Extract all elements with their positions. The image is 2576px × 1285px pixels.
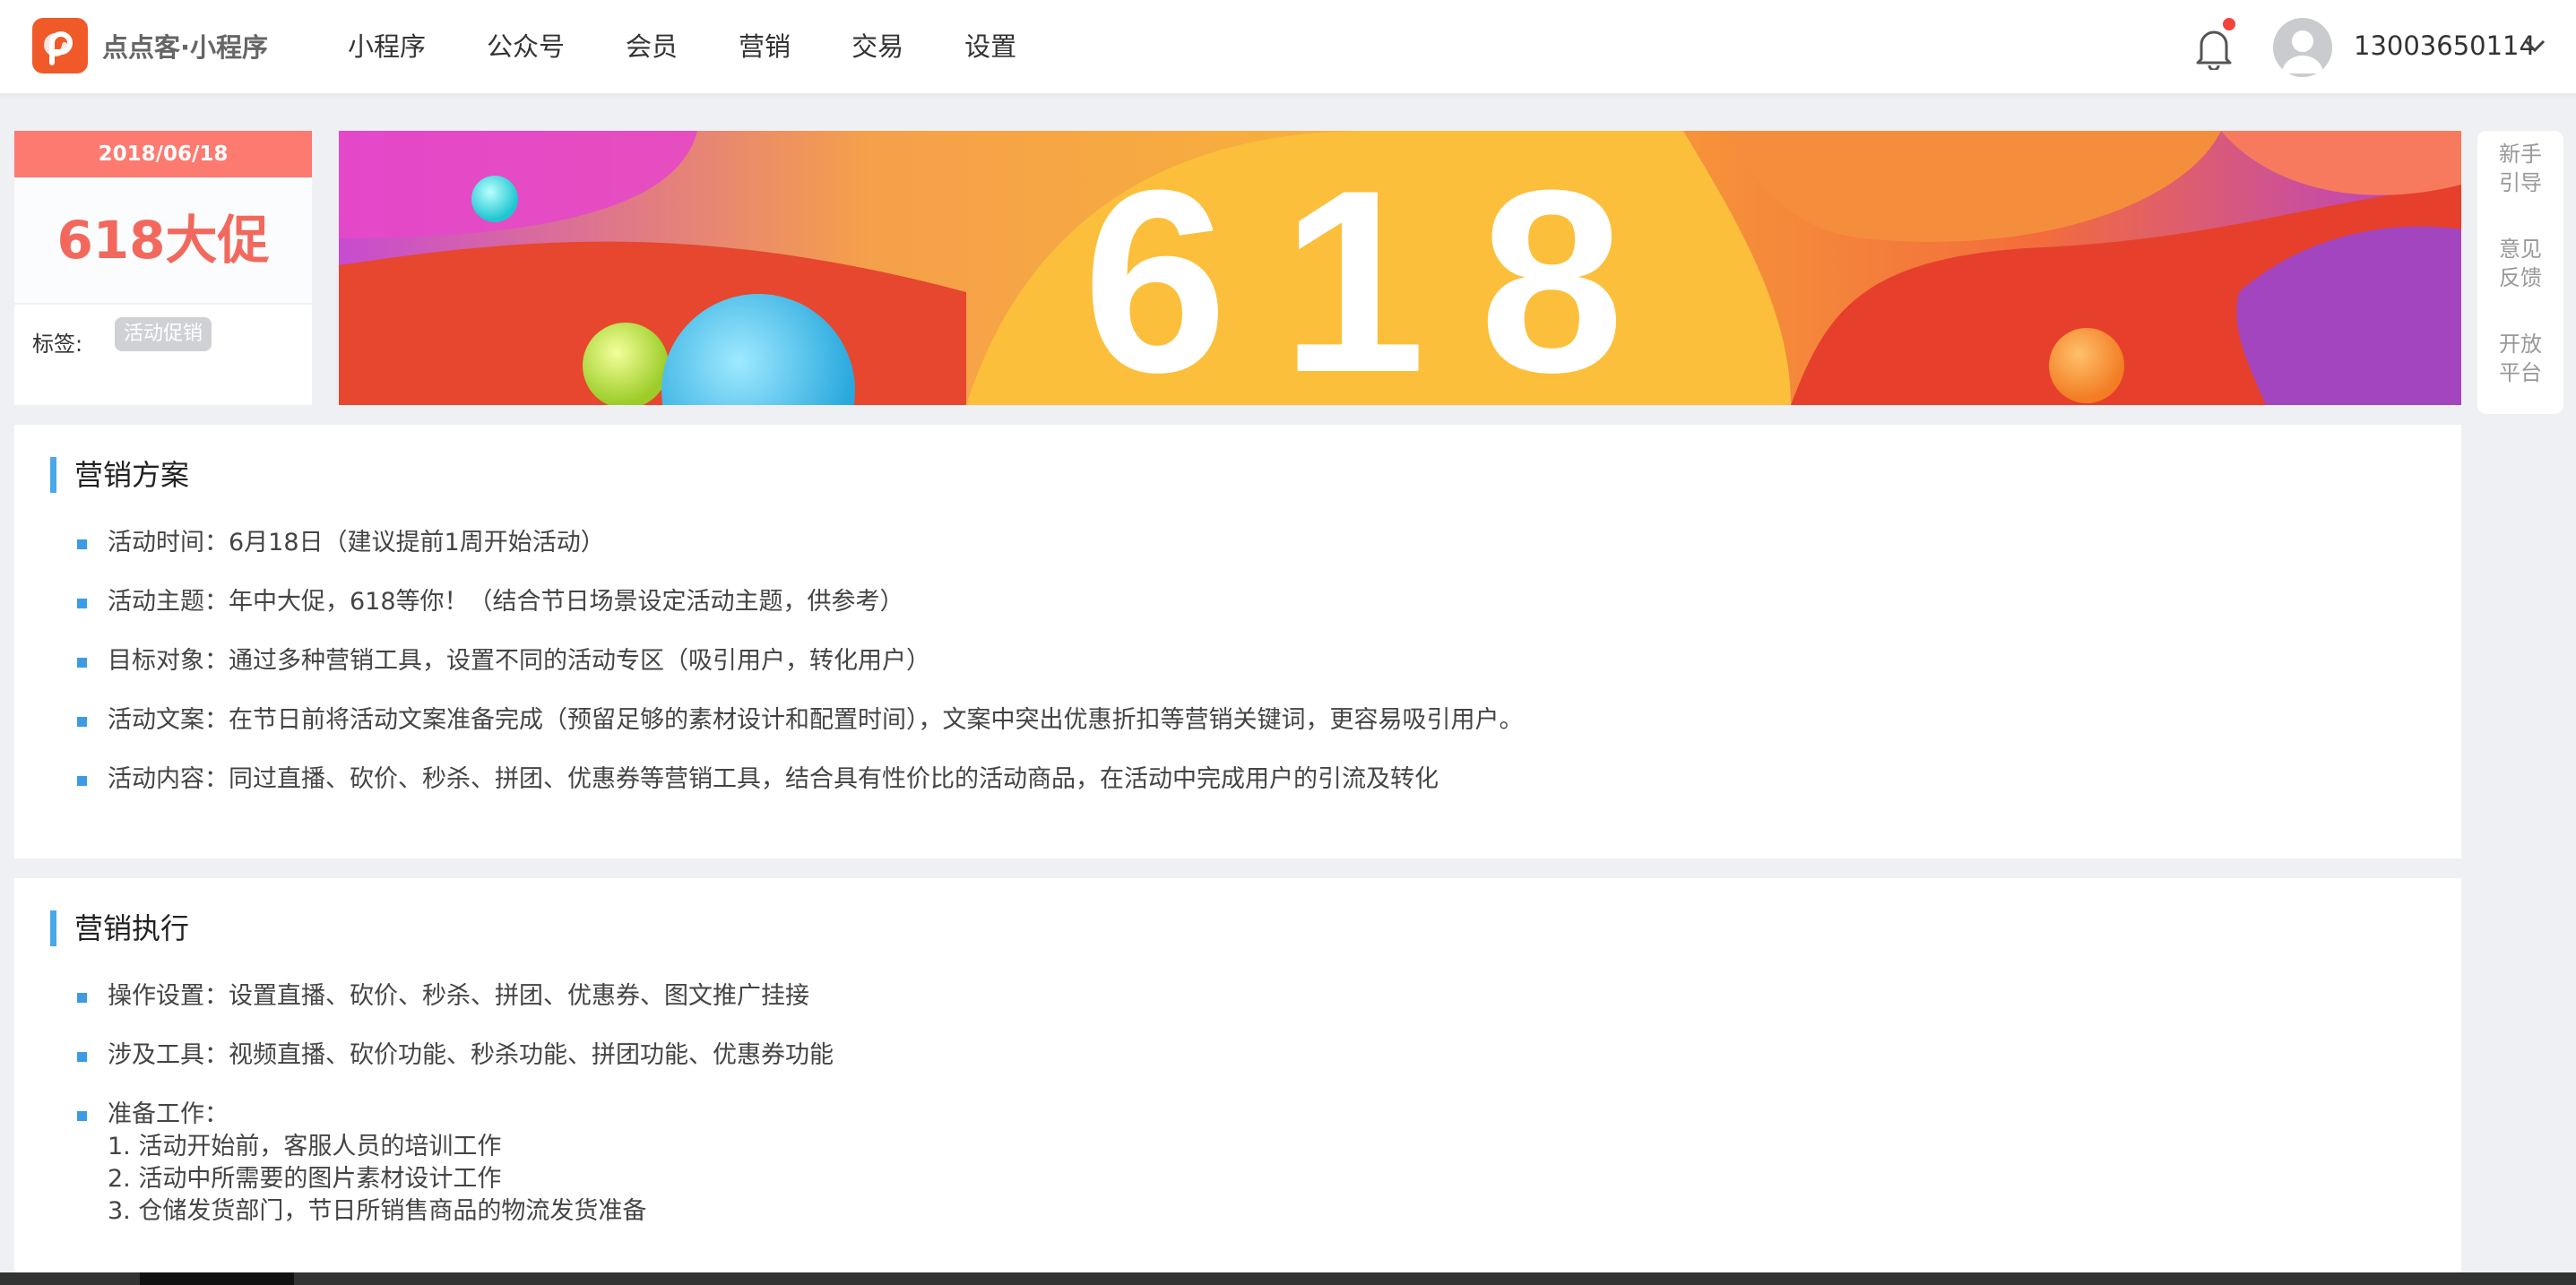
bullet-icon bbox=[77, 776, 87, 786]
marketing-plan-section: 营销方案 活动时间：6月18日（建议提前1周开始活动） 活动主题：年中大促，61… bbox=[14, 425, 2461, 858]
list-item: 活动主题：年中大促，618等你！（结合节日场景设定活动主题，供参考） bbox=[108, 588, 904, 616]
nav-item-member[interactable]: 会员 bbox=[626, 0, 678, 93]
bullet-icon bbox=[77, 599, 87, 608]
list-item: 涉及工具：视频直播、砍价功能、秒杀功能、拼团功能、优惠券功能 bbox=[108, 1041, 834, 1069]
bullet-icon bbox=[77, 539, 87, 549]
activity-card: 2018/06/18 618大促 标签: 活动促销 bbox=[14, 131, 312, 405]
main-nav: 小程序 公众号 会员 营销 交易 设置 bbox=[348, 0, 1077, 93]
bullet-icon bbox=[77, 717, 87, 727]
side-item-feedback[interactable]: 意见 反馈 bbox=[2477, 235, 2563, 292]
chevron-down-icon[interactable] bbox=[2524, 38, 2546, 54]
nav-item-settings[interactable]: 设置 bbox=[964, 0, 1016, 93]
list-item: 操作设置：设置直播、砍价、秒杀、拼团、优惠券、图文推广挂接 bbox=[108, 982, 809, 1010]
side-toolbar: 新手 引导 意见 反馈 开放 平台 bbox=[2477, 131, 2563, 414]
marketing-execution-section: 营销执行 操作设置：设置直播、砍价、秒杀、拼团、优惠券、图文推广挂接 涉及工具：… bbox=[14, 878, 2461, 1285]
side-item-guide[interactable]: 新手 引导 bbox=[2477, 140, 2563, 197]
bullet-icon bbox=[77, 993, 87, 1003]
list-item: 活动时间：6月18日（建议提前1周开始活动） bbox=[108, 529, 605, 556]
nav-item-official-account[interactable]: 公众号 bbox=[487, 0, 565, 93]
section-title: 营销执行 bbox=[50, 910, 189, 946]
tag-chip: 活动促销 bbox=[115, 317, 212, 351]
bullet-icon bbox=[77, 658, 87, 668]
top-bar: 点点客·小程序 小程序 公众号 会员 营销 交易 设置 13003650114 bbox=[0, 0, 2576, 95]
notification-badge bbox=[2223, 18, 2235, 30]
bullet-icon bbox=[77, 1052, 87, 1062]
logo-icon[interactable] bbox=[32, 18, 88, 73]
tag-label: 标签: bbox=[32, 332, 83, 357]
list-item: 准备工作： bbox=[108, 1100, 229, 1128]
activity-date: 2018/06/18 bbox=[14, 131, 312, 177]
avatar-icon[interactable] bbox=[2273, 18, 2332, 77]
prep-step: 1. 活动开始前，客服人员的培训工作 bbox=[108, 1133, 502, 1160]
tag-row: 标签: 活动促销 bbox=[14, 305, 312, 367]
bullet-icon bbox=[77, 1111, 87, 1121]
bell-icon[interactable] bbox=[2194, 27, 2234, 72]
prep-step: 3. 仓储发货部门，节日所销售商品的物流发货准备 bbox=[108, 1197, 647, 1225]
activity-title: 618大促 bbox=[14, 177, 312, 305]
nav-item-miniprogram[interactable]: 小程序 bbox=[348, 0, 426, 93]
brand-name: 点点客·小程序 bbox=[102, 32, 269, 63]
banner-text: 618 bbox=[1083, 136, 1678, 405]
prep-step: 2. 活动中所需要的图片素材设计工作 bbox=[108, 1165, 502, 1193]
promo-banner: 618 bbox=[339, 131, 2461, 405]
section-title: 营销方案 bbox=[50, 457, 189, 493]
list-item: 目标对象：通过多种营销工具，设置不同的活动专区（吸引用户，转化用户） bbox=[108, 647, 930, 675]
scrollbar-thumb[interactable] bbox=[140, 1272, 294, 1285]
horizontal-scrollbar[interactable] bbox=[0, 1272, 2576, 1285]
nav-item-trade[interactable]: 交易 bbox=[851, 0, 903, 93]
user-account[interactable]: 13003650114 bbox=[2354, 30, 2536, 61]
nav-item-marketing[interactable]: 营销 bbox=[739, 0, 791, 93]
side-item-open-platform[interactable]: 开放 平台 bbox=[2477, 330, 2563, 387]
list-item: 活动文案：在节日前将活动文案准备完成（预留足够的素材设计和配置时间），文案中突出… bbox=[108, 706, 1524, 734]
list-item: 活动内容：同过直播、砍价、秒杀、拼团、优惠券等营销工具，结合具有性价比的活动商品… bbox=[108, 765, 1439, 793]
